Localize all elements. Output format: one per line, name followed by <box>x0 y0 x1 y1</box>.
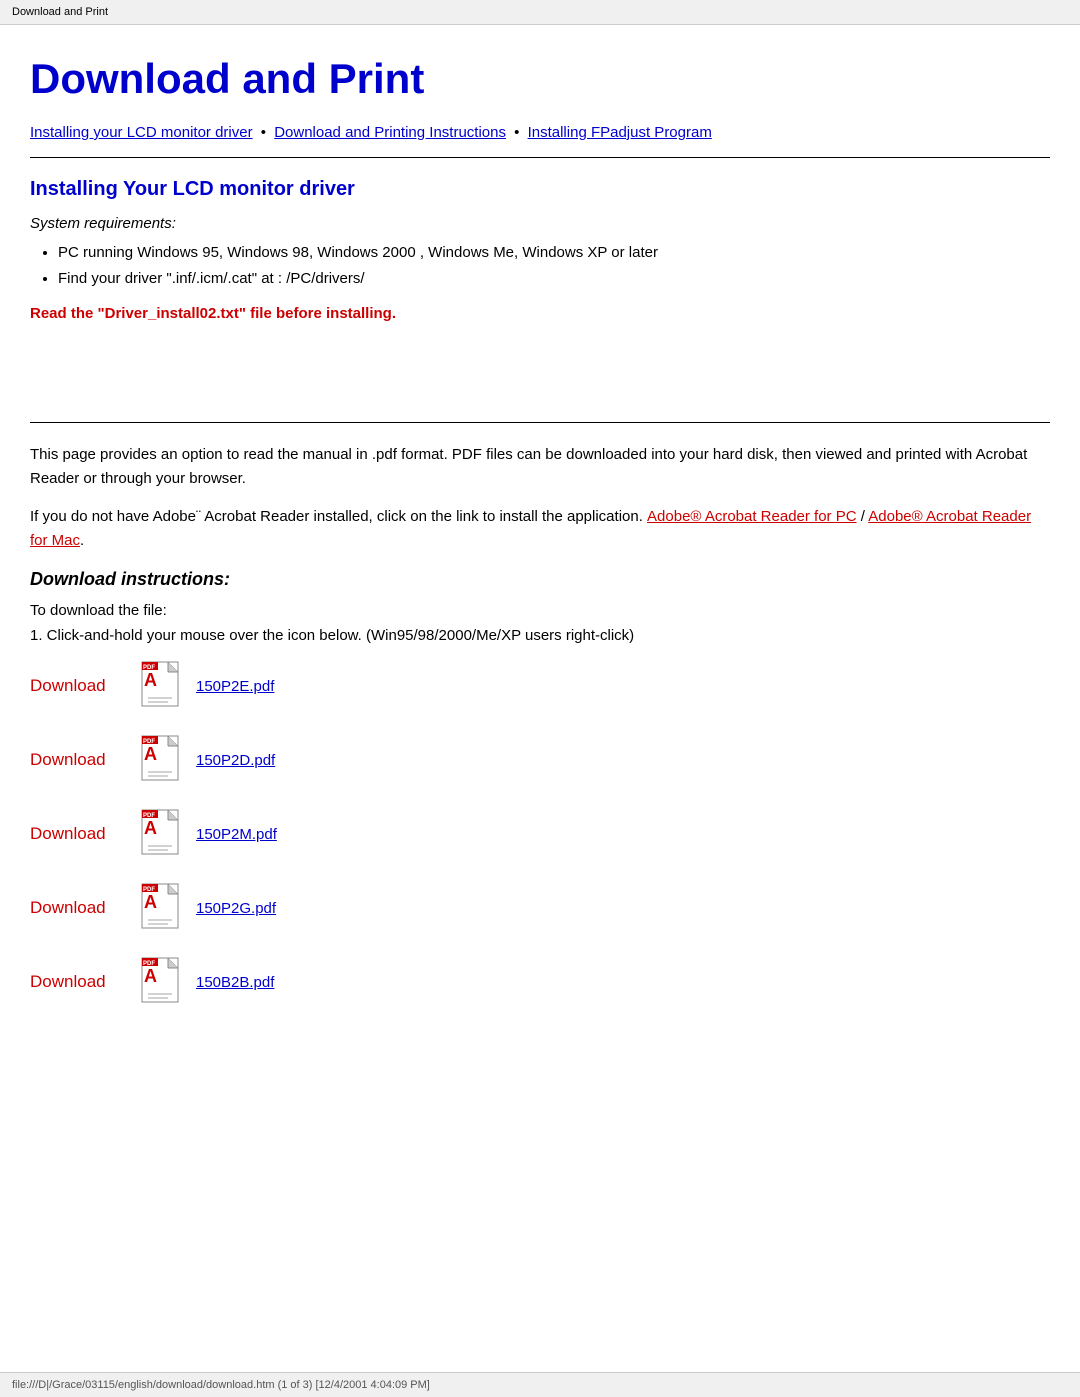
download-row-2: Download PDF A 150P2M.pdf <box>30 808 1050 860</box>
pdf-info-text-1: This page provides an option to read the… <box>30 443 1050 491</box>
divider-2 <box>30 422 1050 423</box>
download-row-1: Download PDF A 150P2D.pdf <box>30 734 1050 786</box>
info2-before: If you do not have Adobe¨ Acrobat Reader… <box>30 508 647 525</box>
download-label-1: Download <box>30 750 140 770</box>
pdf-icon-2[interactable]: PDF A <box>140 808 188 860</box>
download-label-0: Download <box>30 676 140 696</box>
nav-links: Installing your LCD monitor driver • Dow… <box>30 121 1050 145</box>
list-item: PC running Windows 95, Windows 98, Windo… <box>58 240 1050 266</box>
pdf-link-1[interactable]: 150P2D.pdf <box>196 752 275 769</box>
pdf-info-section: This page provides an option to read the… <box>30 443 1050 553</box>
pdf-link-2[interactable]: 150P2M.pdf <box>196 826 277 843</box>
divider-1 <box>30 157 1050 158</box>
svg-text:A: A <box>144 892 157 912</box>
list-item: Find your driver ".inf/.icm/.cat" at : /… <box>58 266 1050 292</box>
acrobat-pc-link[interactable]: Adobe® Acrobat Reader for PC <box>647 508 857 525</box>
svg-text:A: A <box>144 818 157 838</box>
pdf-icon-0[interactable]: PDF A <box>140 660 188 712</box>
download-row-4: Download PDF A 150B2B.pdf <box>30 956 1050 1008</box>
system-req-label: System requirements: <box>30 215 1050 232</box>
lcd-driver-title: Installing Your LCD monitor driver <box>30 178 1050 201</box>
download-rows: Download PDF A 150P2E.pdf <box>30 660 1050 1008</box>
pdf-icon-1[interactable]: PDF A <box>140 734 188 786</box>
nav-separator-2: • <box>510 124 524 141</box>
warning-text: Read the "Driver_install02.txt" file bef… <box>30 305 1050 322</box>
lcd-driver-section: Installing Your LCD monitor driver Syste… <box>30 178 1050 322</box>
nav-link-fpadjust[interactable]: Installing FPadjust Program <box>528 124 712 141</box>
requirements-list: PC running Windows 95, Windows 98, Windo… <box>58 240 1050 291</box>
svg-text:A: A <box>144 966 157 986</box>
section-gap <box>30 332 1050 412</box>
info2-after: . <box>80 532 84 549</box>
to-download-text: To download the file: <box>30 602 1050 619</box>
download-section: Download instructions: To download the f… <box>30 569 1050 1008</box>
pdf-icon-3[interactable]: PDF A <box>140 882 188 934</box>
link-separator: / <box>857 508 869 525</box>
nav-link-download-instructions[interactable]: Download and Printing Instructions <box>274 124 506 141</box>
svg-text:A: A <box>144 744 157 764</box>
status-bar: file:///D|/Grace/03115/english/download/… <box>0 1372 1080 1397</box>
download-row-0: Download PDF A 150P2E.pdf <box>30 660 1050 712</box>
nav-link-lcd-driver[interactable]: Installing your LCD monitor driver <box>30 124 253 141</box>
pdf-link-4[interactable]: 150B2B.pdf <box>196 974 274 991</box>
download-label-4: Download <box>30 972 140 992</box>
download-label-2: Download <box>30 824 140 844</box>
pdf-icon-4[interactable]: PDF A <box>140 956 188 1008</box>
click-instruction-text: 1. Click-and-hold your mouse over the ic… <box>30 627 1050 644</box>
svg-text:A: A <box>144 670 157 690</box>
download-instructions-title: Download instructions: <box>30 569 1050 590</box>
pdf-info-text-2: If you do not have Adobe¨ Acrobat Reader… <box>30 505 1050 553</box>
pdf-link-3[interactable]: 150P2G.pdf <box>196 900 276 917</box>
page-title: Download and Print <box>30 55 1050 103</box>
browser-tab: Download and Print <box>0 0 1080 25</box>
pdf-link-0[interactable]: 150P2E.pdf <box>196 678 274 695</box>
download-row-3: Download PDF A 150P2G.pdf <box>30 882 1050 934</box>
download-label-3: Download <box>30 898 140 918</box>
nav-separator-1: • <box>257 124 271 141</box>
